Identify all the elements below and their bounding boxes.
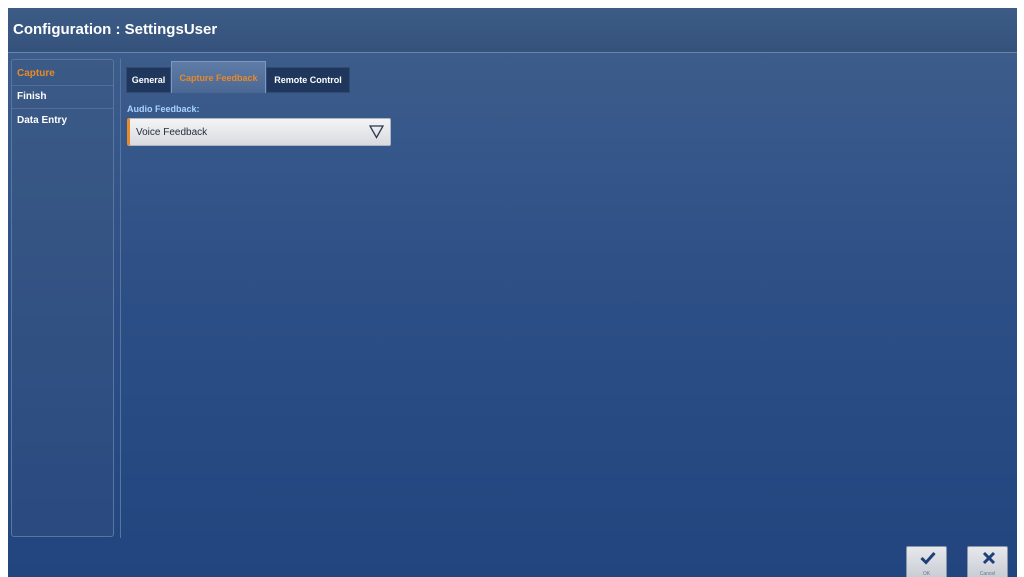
settings-window: Configuration : SettingsUser Capture Fin…: [8, 8, 1017, 577]
sidebar-item-finish[interactable]: Finish: [12, 86, 113, 109]
close-icon: [982, 551, 996, 565]
window-title: Configuration : SettingsUser: [13, 21, 218, 38]
tab-capture-feedback[interactable]: Capture Feedback: [171, 61, 266, 93]
audio-feedback-value: Voice Feedback: [136, 127, 208, 138]
audio-feedback-dropdown[interactable]: Voice Feedback: [127, 118, 391, 146]
sidebar-item-data-entry[interactable]: Data Entry: [12, 110, 113, 133]
title-bar: Configuration : SettingsUser: [8, 8, 1017, 53]
ok-button[interactable]: OK: [906, 546, 947, 577]
ok-label: OK: [922, 571, 931, 577]
sidebar-item-capture[interactable]: Capture: [12, 63, 113, 86]
triangle-down-icon: [369, 125, 384, 139]
checkmark-icon: [920, 551, 936, 565]
tab-remote-control[interactable]: Remote Control: [266, 67, 350, 93]
cancel-button[interactable]: Cancel: [967, 546, 1008, 577]
sidebar: Capture Finish Data Entry: [11, 59, 114, 537]
audio-feedback-label: Audio Feedback:: [127, 104, 200, 114]
bottom-action-bar: OK Cancel: [8, 544, 1017, 577]
cancel-label: Cancel: [979, 571, 996, 577]
content-panel: General Capture Feedback Remote Control …: [120, 58, 1017, 538]
tab-general[interactable]: General: [126, 67, 171, 93]
